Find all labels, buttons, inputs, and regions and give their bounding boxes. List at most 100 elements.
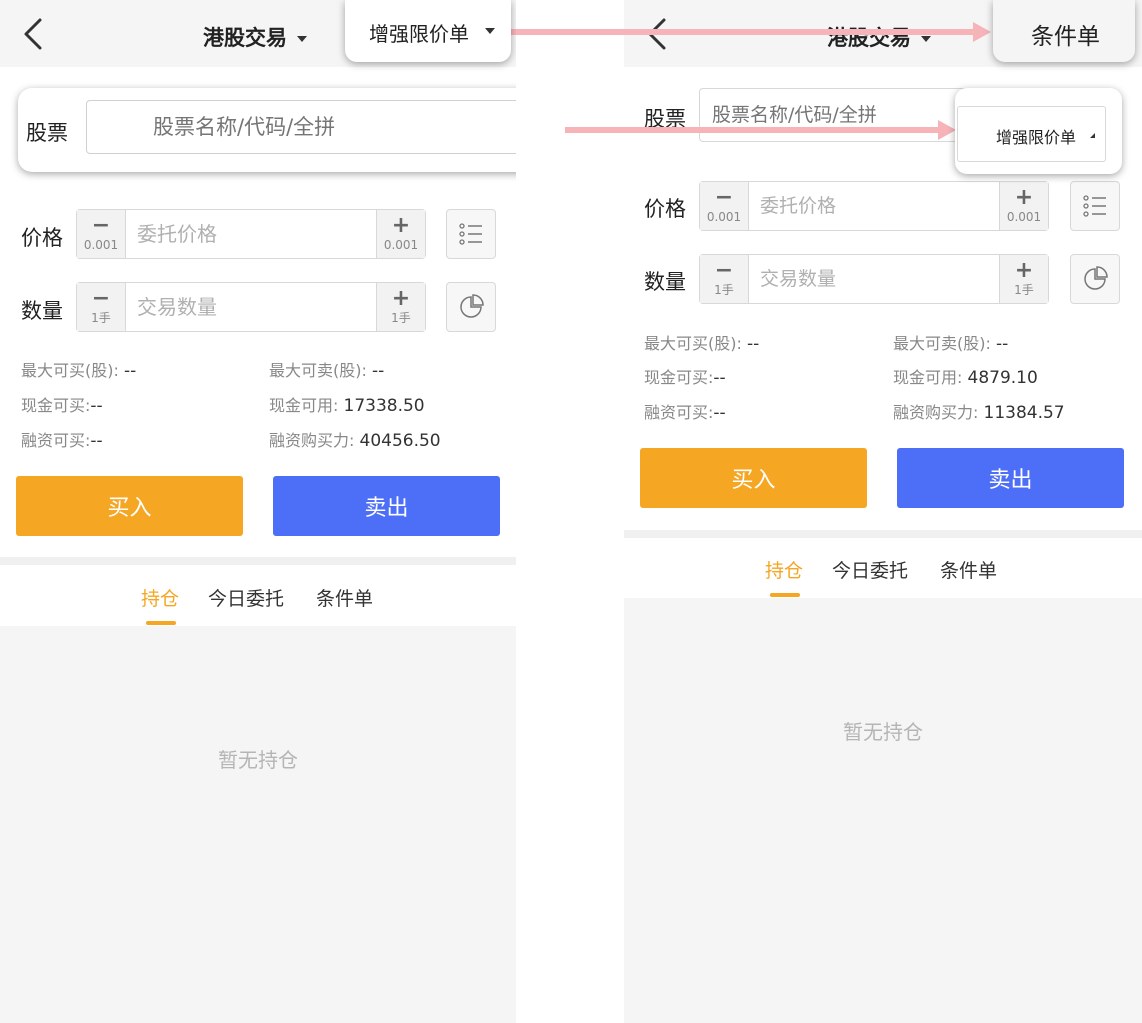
order-type-selector[interactable]: 增强限价单 [345, 0, 511, 62]
section-divider [0, 557, 516, 565]
margin-power-value: 40456.50 [359, 431, 441, 451]
plus-icon: + [391, 213, 411, 238]
stock-search-input[interactable] [86, 100, 516, 154]
tab-conditional-orders[interactable]: 条件单 [316, 584, 373, 611]
order-type-selector[interactable]: 条件单 [993, 0, 1135, 62]
tab-today-orders[interactable]: 今日委托 [208, 584, 284, 611]
price-decrease-button[interactable]: − 0.001 [77, 210, 126, 258]
plus-icon: + [1014, 258, 1034, 283]
max-sell-info: 最大可卖(股): -- [893, 330, 1008, 354]
stock-row: 股票 [18, 88, 516, 172]
margin-buy-label: 融资可买: [644, 403, 714, 422]
minus-icon: − [714, 258, 734, 283]
max-buy-value: -- [123, 361, 137, 381]
caret-icon [1090, 133, 1095, 138]
buy-button[interactable]: 买入 [640, 448, 867, 508]
max-sell-value: -- [995, 334, 1009, 354]
buy-button[interactable]: 买入 [16, 476, 243, 536]
cash-available-value: 17338.50 [343, 396, 425, 416]
quantity-decrease-button[interactable]: − 1手 [700, 255, 749, 303]
max-buy-info: 最大可买(股): -- [21, 357, 136, 381]
tab-today-orders[interactable]: 今日委托 [832, 556, 908, 583]
minus-icon: − [91, 213, 111, 238]
margin-power-info: 融资购买力: 40456.50 [269, 427, 441, 451]
stock-label: 股票 [26, 121, 68, 145]
positions-list: 暂无持仓 [624, 598, 1142, 1023]
cash-available-label: 现金可用: [269, 396, 339, 415]
cash-buy-label: 现金可买: [644, 368, 714, 387]
price-increase-button[interactable]: + 0.001 [999, 182, 1048, 230]
cash-available-info: 现金可用: 17338.50 [269, 392, 425, 416]
back-icon[interactable] [16, 14, 50, 54]
tab-positions[interactable]: 持仓 [765, 556, 803, 583]
page-title: 港股交易 [203, 26, 287, 50]
annotation-arrow [511, 29, 974, 35]
sell-button[interactable]: 卖出 [897, 448, 1124, 508]
sell-button[interactable]: 卖出 [273, 476, 500, 536]
list-button[interactable] [446, 209, 496, 259]
quantity-step-label: 1手 [391, 311, 411, 325]
cash-buy-info: 现金可买:-- [21, 392, 103, 416]
quantity-stepper: − 1手 + 1手 [699, 254, 1049, 304]
list-icon [1083, 195, 1106, 217]
cash-buy-info: 现金可买:-- [644, 364, 726, 388]
list-button[interactable] [1070, 181, 1120, 231]
right-screen: 港股交易 条件单 股票 增强限价单 价格 − 0.001 + 0.001 [624, 0, 1142, 1023]
margin-power-label: 融资购买力: [893, 403, 979, 422]
quantity-input[interactable] [137, 283, 365, 331]
order-select-callout: 增强限价单 [955, 88, 1122, 174]
margin-power-value: 11384.57 [983, 403, 1065, 423]
price-step-label: 0.001 [1006, 210, 1042, 224]
price-label: 价格 [644, 197, 686, 221]
tab-positions[interactable]: 持仓 [141, 584, 179, 611]
tab-conditional-orders[interactable]: 条件单 [940, 556, 997, 583]
plus-icon: + [391, 286, 411, 311]
positions-list: 暂无持仓 [0, 626, 516, 1023]
quantity-input[interactable] [760, 255, 988, 303]
quantity-decrease-button[interactable]: − 1手 [77, 283, 126, 331]
margin-buy-value: -- [90, 431, 103, 451]
active-tab-indicator [146, 621, 176, 625]
price-increase-button[interactable]: + 0.001 [376, 210, 425, 258]
quantity-label: 数量 [644, 270, 686, 294]
quantity-label: 数量 [21, 299, 63, 323]
quantity-increase-button[interactable]: + 1手 [999, 255, 1048, 303]
max-sell-value: -- [371, 361, 385, 381]
order-type-dropdown[interactable]: 增强限价单 [957, 106, 1106, 162]
quantity-increase-button[interactable]: + 1手 [376, 283, 425, 331]
plus-icon: + [1014, 185, 1034, 210]
cash-available-info: 现金可用: 4879.10 [893, 364, 1038, 388]
market-selector[interactable]: 港股交易 [203, 22, 307, 52]
market-selector[interactable]: 港股交易 [827, 22, 931, 52]
price-input[interactable] [760, 182, 988, 230]
order-type-dropdown-label: 增强限价单 [996, 128, 1077, 147]
list-icon [459, 223, 482, 245]
empty-state-text: 暂无持仓 [218, 748, 298, 772]
margin-power-label: 融资购买力: [269, 431, 355, 450]
price-stepper: − 0.001 + 0.001 [699, 181, 1049, 231]
margin-buy-info: 融资可买:-- [644, 399, 726, 423]
arrow-head-icon [973, 22, 991, 42]
left-screen: 港股交易 增强限价单 股票 价格 − 0.001 + 0.001 数量 [0, 0, 516, 1023]
annotation-arrow [565, 127, 940, 133]
pie-chart-icon [460, 294, 484, 318]
quantity-step-label: 1手 [1014, 283, 1034, 297]
chevron-down-icon [485, 28, 495, 34]
price-input[interactable] [137, 210, 365, 258]
position-ratio-button[interactable] [446, 282, 496, 332]
margin-buy-info: 融资可买:-- [21, 427, 103, 451]
chevron-down-icon [297, 36, 307, 42]
minus-icon: − [714, 185, 734, 210]
price-decrease-button[interactable]: − 0.001 [700, 182, 749, 230]
position-ratio-button[interactable] [1070, 254, 1120, 304]
cash-buy-value: -- [713, 368, 726, 388]
max-buy-value: -- [746, 334, 760, 354]
order-type-label: 条件单 [1031, 24, 1100, 50]
margin-buy-value: -- [713, 403, 726, 423]
active-tab-indicator [770, 593, 800, 597]
empty-state-text: 暂无持仓 [843, 720, 923, 744]
max-buy-label: 最大可买(股): [21, 361, 119, 380]
quantity-step-label: 1手 [91, 311, 111, 325]
price-step-label: 0.001 [706, 210, 742, 224]
max-sell-info: 最大可卖(股): -- [269, 357, 384, 381]
